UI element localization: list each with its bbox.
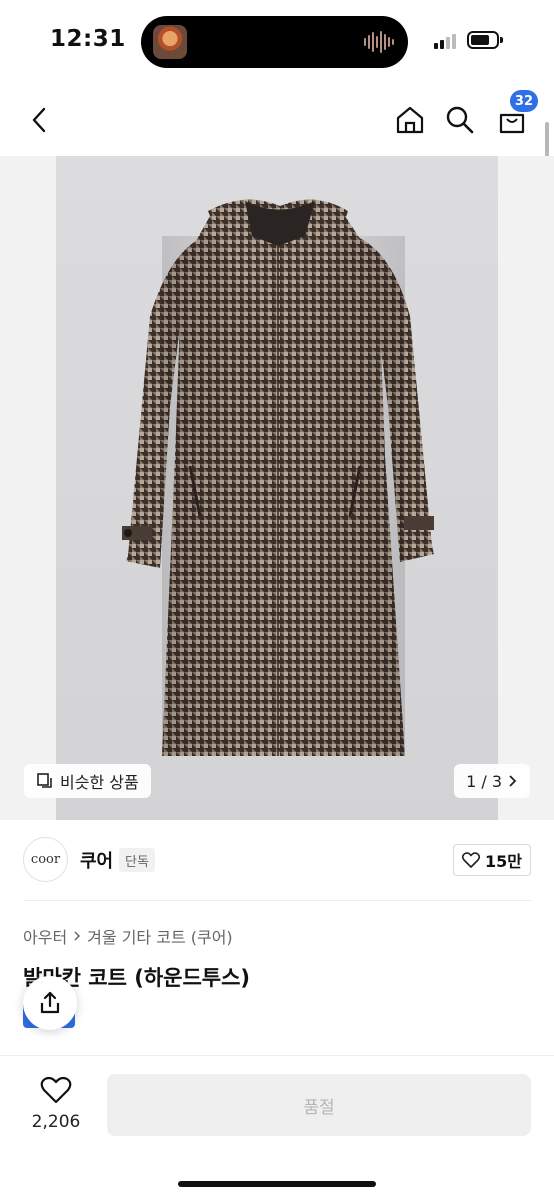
similar-products-label: 비슷한 상품 [60, 773, 139, 792]
shop-name[interactable]: 쿠어 [80, 847, 113, 873]
home-icon [396, 106, 424, 134]
battery-icon [467, 31, 503, 49]
back-button[interactable] [20, 100, 60, 140]
top-nav: 32 [0, 90, 554, 150]
home-indicator[interactable] [178, 1181, 376, 1187]
soldout-button[interactable]: 품절 [107, 1074, 531, 1136]
breadcrumb-subcategory[interactable]: 겨울 기타 코트 (쿠어) [87, 924, 233, 948]
share-button[interactable] [23, 976, 77, 1030]
search-button[interactable] [440, 100, 480, 140]
shop-logo-text: coor [30, 852, 61, 867]
status-bar: 12:31 [0, 0, 554, 84]
copy-squares-icon [37, 773, 52, 788]
shop-row: coor 쿠어 단독 15만 [0, 830, 554, 890]
now-playing-artwork [153, 25, 187, 59]
exclusive-badge: 단독 [119, 848, 155, 872]
dynamic-island[interactable] [141, 16, 408, 68]
shop-like-button[interactable]: 15만 [453, 844, 531, 876]
cart-count-badge: 32 [509, 90, 538, 112]
similar-products-button[interactable]: 비슷한 상품 [24, 764, 151, 798]
signal-icon [434, 34, 456, 49]
wishlist-button[interactable]: 2,206 [28, 1076, 84, 1132]
chevron-right-icon [74, 931, 81, 941]
bottom-action-bar: 2,206 품절 [0, 1055, 554, 1200]
heart-icon [40, 1076, 72, 1104]
search-icon [446, 106, 474, 134]
heart-icon [462, 852, 480, 868]
chevron-right-icon [509, 775, 517, 787]
cart-button[interactable]: 32 [492, 90, 538, 140]
back-arrow-icon [32, 107, 46, 133]
home-button[interactable] [390, 100, 430, 140]
breadcrumb: 아우터 겨울 기타 코트 (쿠어) [23, 924, 233, 948]
product-image-coat [122, 199, 434, 756]
breadcrumb-category[interactable]: 아우터 [23, 924, 67, 948]
shop-like-count: 15만 [485, 852, 522, 871]
divider [23, 900, 531, 901]
shop-logo[interactable]: coor [23, 837, 68, 882]
page-indicator-text: 1 / 3 [466, 771, 502, 791]
audio-wave-icon [364, 30, 394, 54]
wishlist-count: 2,206 [31, 1112, 81, 1132]
soldout-label: 품절 [303, 1097, 335, 1118]
image-page-indicator[interactable]: 1 / 3 [454, 764, 530, 798]
product-image-gallery[interactable]: 비슷한 상품 1 / 3 [0, 156, 554, 820]
status-time: 12:31 [50, 26, 126, 52]
share-icon [40, 991, 60, 1014]
